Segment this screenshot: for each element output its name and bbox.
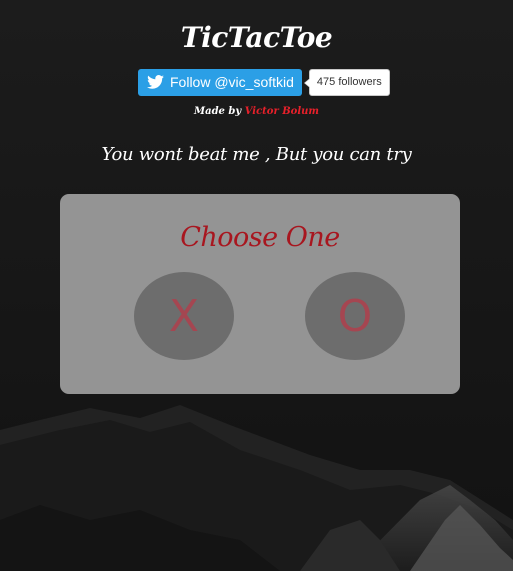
credit-prefix: Made by [194, 106, 245, 117]
choose-side-panel: Choose One X O [60, 194, 460, 394]
twitter-follow-widget: Follow @vic_softkid 475 followers [138, 68, 390, 96]
twitter-follow-button[interactable]: Follow @vic_softkid [138, 68, 302, 96]
page-content: TicTacToe Follow @vic_softkid 475 follow… [0, 0, 513, 571]
twitter-bird-icon [147, 75, 164, 89]
twitter-follow-label: Follow @vic_softkid [170, 74, 294, 90]
choose-o-button[interactable]: O [305, 272, 405, 360]
app-title: TicTacToe [180, 21, 333, 54]
credit-line: Made by Victor Bolum [0, 105, 513, 119]
choose-title: Choose One [180, 222, 340, 253]
choose-x-button[interactable]: X [134, 272, 234, 360]
tagline: You wont beat me , But you can try [101, 144, 412, 165]
author-link[interactable]: Victor Bolum [245, 106, 319, 117]
followers-count-badge[interactable]: 475 followers [303, 68, 390, 96]
